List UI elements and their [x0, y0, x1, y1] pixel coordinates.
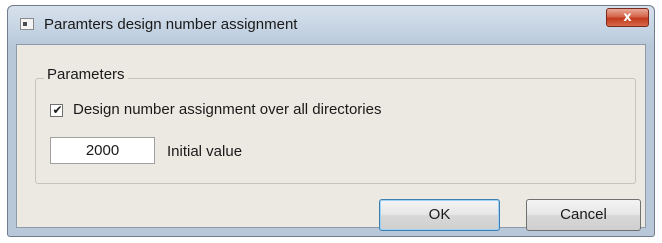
cancel-button[interactable]: Cancel [526, 199, 641, 231]
checkmark-icon: ✔ [52, 103, 63, 117]
window-title: Paramters design number assignment [44, 16, 298, 33]
parameters-group-label: Parameters [44, 66, 128, 83]
parameters-groupbox [35, 78, 636, 184]
ok-button[interactable]: OK [379, 199, 500, 231]
close-button[interactable]: x [606, 8, 649, 27]
initial-value-label: Initial value [167, 143, 243, 160]
design-number-checkbox[interactable]: ✔ [50, 103, 63, 117]
title-bar[interactable]: Paramters design number assignment x [8, 6, 654, 44]
dialog-window: Paramters design number assignment x Par… [7, 5, 655, 237]
design-number-checkbox-label[interactable]: Design number assignment over all direct… [73, 101, 381, 118]
app-icon [20, 18, 34, 30]
initial-value-input[interactable] [50, 137, 155, 164]
dialog-body: Parameters ✔ Design number assignment ov… [16, 44, 646, 231]
